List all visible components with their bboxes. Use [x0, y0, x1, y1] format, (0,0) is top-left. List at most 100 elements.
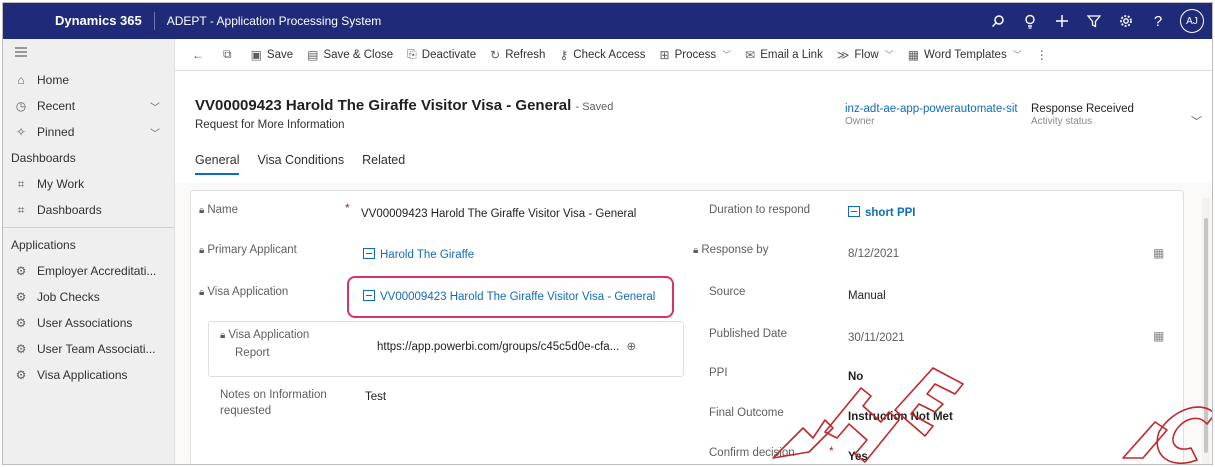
hamburger-icon[interactable]	[11, 46, 31, 60]
filter-icon[interactable]	[1078, 3, 1110, 39]
sidebar-item-label: Employer Accreditati...	[37, 264, 157, 278]
sidebar-item-label: Job Checks	[37, 290, 100, 304]
response-by-label: 🔒︎ Response by	[693, 244, 769, 256]
header-owner[interactable]: inz-adt-ae-app-powerautomate-sit Owner	[845, 103, 1018, 127]
system-name[interactable]: ADEPT - Application Processing System	[155, 14, 382, 28]
chevron-down-icon[interactable]: ﹀	[150, 99, 160, 114]
name-value[interactable]: VV00009423 Harold The Giraffe Visitor Vi…	[361, 208, 636, 220]
response-by-value[interactable]: 8/12/2021	[848, 248, 899, 260]
chevron-down-icon: ﹀	[884, 50, 894, 60]
sidebar-item-label: User Team Associati...	[37, 342, 156, 356]
chevron-down-icon: ﹀	[722, 50, 732, 60]
form-scrollbar-thumb[interactable]	[1204, 218, 1208, 453]
command-bar: ← ⧉ ▣ Save ▤ Save & Close ⎘ Deactivate ↻ Ref…	[175, 39, 1212, 71]
back-button[interactable]: ←	[185, 39, 216, 71]
tab-related[interactable]: Related	[362, 153, 405, 175]
more-commands-button[interactable]: ⋮	[1029, 39, 1060, 71]
duration-link[interactable]: short PPI	[848, 206, 915, 219]
sidebar-item-home[interactable]: ⌂ Home	[3, 67, 174, 93]
notes-label-line2: requested	[220, 405, 272, 417]
deactivate-button[interactable]: ⎘ Deactivate	[400, 39, 483, 71]
process-label: Process	[674, 48, 717, 61]
chevron-down-icon: ﹀	[1012, 50, 1022, 60]
tab-general[interactable]: General	[195, 153, 240, 175]
ppi-value[interactable]: No	[848, 371, 863, 383]
chevron-down-icon[interactable]: ﹀	[150, 125, 160, 140]
record-type: Request for More Information	[195, 119, 345, 131]
app-name[interactable]: Dynamics 365	[33, 12, 155, 30]
source-label: Source	[709, 286, 746, 298]
final-outcome-value[interactable]: Instruction Not Met	[848, 411, 953, 423]
sidebar-item-label: Visa Applications	[37, 368, 128, 382]
required-marker: *	[345, 201, 350, 215]
chevron-down-icon[interactable]: ﹀	[1191, 113, 1202, 129]
final-outcome-label: Final Outcome	[709, 407, 784, 419]
sidebar-item-label: User Associations	[37, 316, 133, 330]
header-activity-status: Response Received Activity status	[1031, 103, 1134, 127]
dashboard-icon: ⌗	[17, 202, 25, 217]
calendar-icon[interactable]: ▦	[1153, 329, 1164, 343]
gear-icon[interactable]	[1110, 3, 1142, 39]
back-arrow-icon: ←	[192, 47, 204, 62]
flow-label: Flow	[854, 48, 879, 61]
sidebar-item-visa-applications[interactable]: ⚙ Visa Applications	[3, 362, 174, 388]
flow-button[interactable]: ≫ Flow ﹀	[830, 39, 901, 71]
primary-applicant-link[interactable]: Harold The Giraffe	[363, 248, 474, 261]
sidebar-item-my-work[interactable]: ⌗ My Work	[3, 171, 174, 197]
refresh-icon: ↻	[490, 47, 501, 62]
highlight-box	[347, 276, 674, 318]
sidebar-item-pinned[interactable]: ✧ Pinned ﹀	[3, 119, 174, 145]
puzzle-icon: ⚙	[15, 342, 27, 356]
published-date-label: Published Date	[709, 328, 787, 340]
puzzle-icon: ⚙	[15, 290, 27, 304]
lock-icon: 🔒︎	[199, 287, 205, 298]
report-url[interactable]: https://app.powerbi.com/groups/c45c5d0e-…	[377, 339, 636, 353]
save-close-button[interactable]: ▤ Save & Close	[300, 39, 400, 71]
sidebar-group-applications: Applications	[11, 238, 76, 252]
puzzle-icon: ⚙	[15, 264, 27, 278]
published-date-value[interactable]: 30/11/2021	[848, 332, 905, 344]
status-value: Response Received	[1031, 103, 1134, 115]
globe-icon[interactable]: ⊕	[626, 341, 636, 353]
name-label: 🔒︎ Name	[199, 204, 239, 216]
source-value[interactable]: Manual	[848, 290, 886, 302]
sidebar-menu-toggle[interactable]	[3, 39, 174, 67]
visa-application-label: 🔒︎ Visa Application	[199, 286, 289, 298]
confirm-decision-label: Confirm decision	[709, 447, 795, 459]
refresh-button[interactable]: ↻ Refresh	[483, 39, 552, 71]
notes-value[interactable]: Test	[365, 391, 386, 403]
word-templates-button[interactable]: ▦ Word Templates ﹀	[901, 39, 1029, 71]
avatar[interactable]: AJ	[1180, 9, 1204, 33]
record-icon	[363, 248, 375, 259]
grid-icon: ⌗	[17, 176, 25, 191]
sidebar-item-user-associations[interactable]: ⚙ User Associations	[3, 310, 174, 336]
save-close-icon: ▤	[307, 47, 319, 62]
sidebar-item-recent[interactable]: ◷ Recent ﹀	[3, 93, 174, 119]
puzzle-icon: ⚙	[15, 368, 27, 382]
lightbulb-icon[interactable]	[1014, 3, 1046, 39]
lock-icon: 🔒︎	[693, 245, 699, 256]
sidebar-divider	[3, 227, 174, 228]
puzzle-icon: ⚙	[15, 316, 27, 330]
sidebar-item-user-team-associations[interactable]: ⚙ User Team Associati...	[3, 336, 174, 362]
save-label: Save	[266, 48, 294, 61]
pin-icon: ✧	[15, 125, 27, 139]
help-icon[interactable]: ?	[1142, 3, 1174, 39]
open-new-window-button[interactable]: ⧉	[216, 39, 244, 71]
save-button[interactable]: ▣ Save	[244, 39, 301, 71]
sidebar-item-employer-accreditation[interactable]: ⚙ Employer Accreditati...	[3, 258, 174, 284]
tab-visa-conditions[interactable]: Visa Conditions	[257, 153, 344, 175]
home-icon: ⌂	[17, 73, 25, 87]
key-icon: ⚷	[559, 47, 569, 62]
save-close-label: Save & Close	[323, 48, 394, 61]
process-button[interactable]: ⊞ Process ﹀	[653, 39, 739, 71]
calendar-icon[interactable]: ▦	[1153, 246, 1164, 260]
confirm-decision-value[interactable]: Yes	[848, 451, 868, 463]
sidebar-item-dashboards[interactable]: ⌗ Dashboards	[3, 197, 174, 223]
email-link-button[interactable]: ✉ Email a Link	[738, 39, 830, 71]
sidebar-item-job-checks[interactable]: ⚙ Job Checks	[3, 284, 174, 310]
check-access-button[interactable]: ⚷ Check Access	[552, 39, 652, 71]
search-icon[interactable]	[982, 3, 1014, 39]
owner-value[interactable]: inz-adt-ae-app-powerautomate-sit	[845, 103, 1018, 115]
plus-icon[interactable]	[1046, 3, 1078, 39]
